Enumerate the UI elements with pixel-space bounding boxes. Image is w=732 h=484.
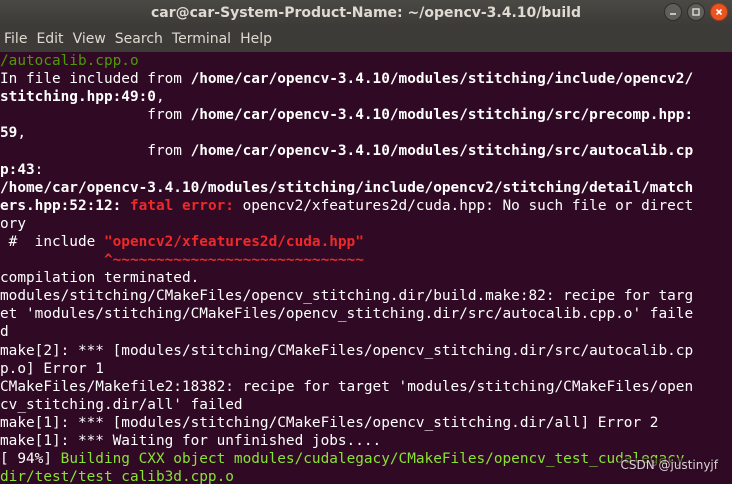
terminal-text: /autocalib.cpp.o bbox=[0, 53, 139, 69]
terminal-line: from /home/car/opencv-3.4.10/modules/sti… bbox=[0, 142, 732, 160]
terminal-text: /home/car/opencv-3.4.10/modules/stitchin… bbox=[190, 143, 694, 160]
terminal-line: from /home/car/opencv-3.4.10/modules/sti… bbox=[0, 106, 732, 124]
terminal-text: ory bbox=[0, 215, 26, 232]
terminal-line: et 'modules/stitching/CMakeFiles/opencv_… bbox=[0, 305, 732, 323]
terminal-text: p:43 bbox=[0, 161, 35, 178]
menu-view[interactable]: View bbox=[69, 26, 111, 52]
maximize-icon bbox=[692, 8, 700, 16]
title-bar: car@car-System-Product-Name: ~/opencv-3.… bbox=[0, 0, 732, 26]
terminal-line: ory bbox=[0, 215, 732, 233]
terminal-line: cv_stitching.dir/all' failed bbox=[0, 396, 732, 414]
watermark: CSDN @justinyjf bbox=[618, 458, 720, 472]
menu-help[interactable]: Help bbox=[236, 26, 277, 52]
terminal-text: stitching.hpp:49:0 bbox=[0, 89, 156, 106]
terminal-line: compilation terminated. bbox=[0, 269, 732, 287]
terminal-text: In file included from bbox=[0, 71, 191, 88]
terminal-text: , bbox=[17, 125, 26, 142]
menu-edit[interactable]: Edit bbox=[32, 26, 68, 52]
terminal-line: modules/stitching/CMakeFiles/opencv_stit… bbox=[0, 287, 732, 305]
terminal-text: , bbox=[155, 89, 165, 106]
terminal-text: from bbox=[0, 143, 191, 160]
terminal-text: make[1]: *** [modules/stitching/CMakeFil… bbox=[0, 414, 659, 431]
terminal-text: [ 94%] bbox=[0, 451, 61, 468]
terminal-text: : bbox=[34, 161, 44, 178]
terminal-text: /home/car/opencv-3.4.10/modules/stitchin… bbox=[190, 71, 694, 88]
terminal-line: # include "opencv2/xfeatures2d/cuda.hpp" bbox=[0, 233, 732, 251]
terminal-line: ers.hpp:52:12: fatal error: opencv2/xfea… bbox=[0, 197, 732, 215]
menu-file[interactable]: File bbox=[0, 26, 32, 52]
terminal-text: "opencv2/xfeatures2d/cuda.hpp" bbox=[103, 233, 364, 250]
window-controls bbox=[664, 3, 728, 21]
terminal-text: cv_stitching.dir/all' failed bbox=[0, 396, 243, 413]
terminal-text: make[1]: *** Waiting for unfinished jobs… bbox=[0, 432, 382, 449]
terminal-text: CMakeFiles/Makefile2:18382: recipe for t… bbox=[0, 378, 694, 395]
terminal-text: Building CXX object modules/cudalegacy/C… bbox=[60, 451, 694, 468]
terminal-text: /home/car/opencv-3.4.10/modules/stitchin… bbox=[0, 179, 694, 196]
terminal-line: make[1]: *** [modules/stitching/CMakeFil… bbox=[0, 414, 732, 432]
maximize-button[interactable] bbox=[687, 3, 705, 21]
close-icon bbox=[715, 8, 723, 16]
terminal-line: make[2]: *** [modules/stitching/CMakeFil… bbox=[0, 342, 732, 360]
terminal-line: p:43: bbox=[0, 161, 732, 179]
terminal-line: ^~~~~~~~~~~~~~~~~~~~~~~~~~~~~~ bbox=[0, 251, 732, 269]
terminal-line: /autocalib.cpp.o bbox=[0, 52, 732, 70]
close-button[interactable] bbox=[710, 3, 728, 21]
terminal-line: d bbox=[0, 323, 732, 341]
terminal-line: p.o] Error 1 bbox=[0, 360, 732, 378]
terminal-text: 59 bbox=[0, 125, 18, 142]
terminal-text: et 'modules/stitching/CMakeFiles/opencv_… bbox=[0, 306, 694, 323]
terminal-text: from bbox=[0, 107, 191, 124]
terminal-text: make[2]: *** [modules/stitching/CMakeFil… bbox=[0, 342, 694, 359]
terminal-text: d bbox=[0, 324, 9, 341]
terminal-text: # include bbox=[0, 233, 104, 250]
terminal-line: stitching.hpp:49:0, bbox=[0, 88, 732, 106]
terminal-line: /home/car/opencv-3.4.10/modules/stitchin… bbox=[0, 179, 732, 197]
terminal-text: opencv2/xfeatures2d/cuda.hpp: No such fi… bbox=[233, 197, 694, 214]
terminal-line: In file included from /home/car/opencv-3… bbox=[0, 70, 732, 88]
terminal-text: ers.hpp:52:12: bbox=[0, 197, 122, 214]
menu-bar: File Edit View Search Terminal Help bbox=[0, 26, 732, 52]
minimize-icon bbox=[670, 13, 676, 15]
terminal-line: 59, bbox=[0, 124, 732, 142]
terminal-output[interactable]: /autocalib.cpp.o In file included from /h… bbox=[0, 52, 732, 484]
menu-terminal[interactable]: Terminal bbox=[168, 26, 236, 52]
terminal-text: ^~~~~~~~~~~~~~~~~~~~~~~~~~~~~~ bbox=[103, 252, 364, 269]
terminal-text: compilation terminated. bbox=[0, 270, 200, 287]
terminal-text: fatal error: bbox=[129, 197, 234, 214]
terminal-text: /home/car/opencv-3.4.10/modules/stitchin… bbox=[190, 107, 694, 124]
terminal-text: modules/stitching/CMakeFiles/opencv_stit… bbox=[0, 288, 694, 305]
menu-search[interactable]: Search bbox=[111, 26, 168, 52]
window-title: car@car-System-Product-Name: ~/opencv-3.… bbox=[150, 5, 582, 21]
minimize-button[interactable] bbox=[664, 3, 682, 21]
terminal-line: make[1]: *** Waiting for unfinished jobs… bbox=[0, 432, 732, 450]
terminal-text: dir/test/test_calib3d.cpp.o bbox=[0, 469, 234, 484]
terminal-line: CMakeFiles/Makefile2:18382: recipe for t… bbox=[0, 378, 732, 396]
terminal-text: p.o] Error 1 bbox=[0, 360, 104, 377]
